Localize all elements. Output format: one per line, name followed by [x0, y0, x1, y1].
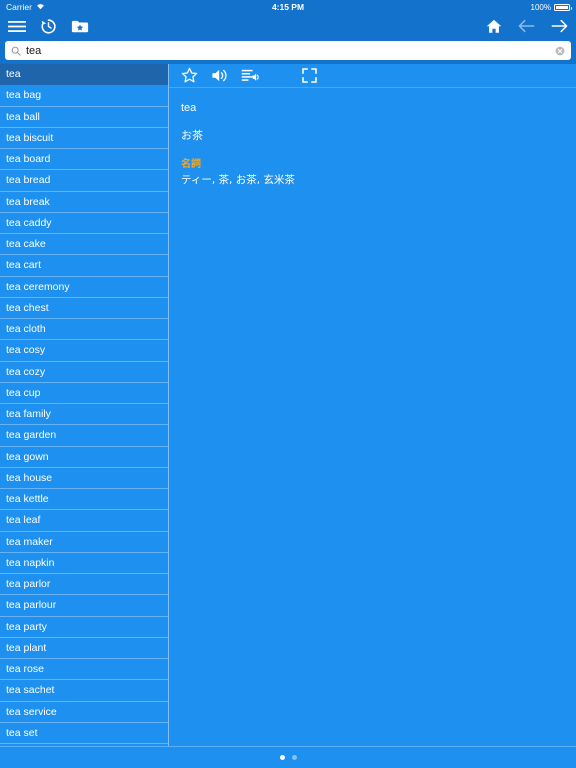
entry-headword: tea — [181, 102, 197, 114]
entry-part-of-speech: 名詞 — [181, 159, 201, 170]
search-bar[interactable] — [5, 41, 571, 60]
word-list-item[interactable]: tea cart — [0, 255, 168, 277]
word-list-item[interactable]: tea cake — [0, 234, 168, 256]
word-list-item[interactable]: tea chest — [0, 298, 168, 319]
word-list-item[interactable]: tea rose — [0, 659, 168, 681]
word-list-item[interactable]: tea cosy — [0, 340, 168, 362]
word-list-item[interactable]: tea — [0, 64, 168, 86]
page-indicator — [0, 746, 576, 768]
entry-body: tea お茶 名詞 ティー, 茶, お茶, 玄米茶 — [169, 88, 576, 188]
word-list-item[interactable]: tea service — [0, 702, 168, 723]
word-list-item[interactable]: tea napkin — [0, 553, 168, 574]
word-list-item[interactable]: tea board — [0, 149, 168, 171]
entry-translation: お茶 — [181, 129, 203, 142]
hamburger-menu-icon[interactable] — [8, 20, 26, 33]
word-list-item[interactable]: tea leaf — [0, 510, 168, 532]
word-list-item[interactable]: tea plant — [0, 638, 168, 659]
home-icon[interactable] — [486, 19, 502, 34]
search-bar-container — [0, 38, 576, 64]
fullscreen-icon[interactable] — [302, 68, 317, 83]
word-list-item[interactable]: tea bread — [0, 170, 168, 192]
nav-right-group — [486, 19, 568, 34]
search-input[interactable] — [26, 44, 550, 57]
word-list-item[interactable]: tea cozy — [0, 362, 168, 383]
word-list-item[interactable]: tea parlour — [0, 595, 168, 617]
list-speaker-icon[interactable] — [241, 68, 260, 83]
wifi-icon — [36, 2, 45, 12]
word-list-item[interactable]: tea kettle — [0, 489, 168, 511]
arrow-left-icon[interactable] — [518, 19, 535, 33]
status-right-group: 100% — [530, 2, 572, 12]
navigation-bar — [0, 14, 576, 38]
word-list-item[interactable]: tea bag — [0, 85, 168, 107]
word-list-item[interactable]: tea ceremony — [0, 277, 168, 298]
word-list-item[interactable]: tea break — [0, 192, 168, 213]
word-list-item[interactable]: tea gown — [0, 447, 168, 468]
star-outline-icon[interactable] — [181, 67, 198, 84]
battery-percent-label: 100% — [530, 2, 551, 12]
word-list-item[interactable]: tea cup — [0, 383, 168, 404]
word-list-item[interactable]: tea caddy — [0, 213, 168, 234]
word-list[interactable]: tea tea bag tea ball tea biscuit tea board te… — [0, 64, 169, 746]
word-list-item[interactable]: tea ball — [0, 107, 168, 128]
carrier-label: Carrier — [6, 2, 32, 12]
arrow-right-icon[interactable] — [551, 19, 568, 33]
word-list-item[interactable]: tea parlor — [0, 574, 168, 596]
word-list-item[interactable]: tea set — [0, 723, 168, 744]
status-left-group: Carrier — [6, 2, 45, 12]
word-list-item[interactable]: tea house — [0, 468, 168, 489]
status-time: 4:15 PM — [271, 2, 305, 12]
word-list-item[interactable]: tea biscuit — [0, 128, 168, 149]
entry-senses: ティー, 茶, お茶, 玄米茶 — [181, 174, 295, 186]
word-list-item[interactable]: tea cloth — [0, 319, 168, 341]
page-dot[interactable] — [279, 755, 285, 760]
entry-toolbar — [169, 64, 576, 88]
entry-detail-pane: tea お茶 名詞 ティー, 茶, お茶, 玄米茶 — [169, 64, 576, 746]
clear-circle-icon[interactable] — [555, 46, 565, 56]
search-icon — [11, 46, 21, 56]
folder-star-icon[interactable] — [71, 19, 89, 34]
nav-left-group — [8, 18, 89, 35]
main-content: tea tea bag tea ball tea biscuit tea board te… — [0, 64, 576, 746]
status-bar: Carrier 4:15 PM 100% — [0, 0, 576, 14]
history-clock-icon[interactable] — [40, 18, 57, 35]
battery-full-icon — [554, 3, 572, 11]
page-dot[interactable] — [291, 755, 297, 760]
word-list-item[interactable]: tea sachet — [0, 680, 168, 702]
word-list-item[interactable]: tea family — [0, 404, 168, 426]
word-list-item[interactable]: tea maker — [0, 532, 168, 553]
speaker-icon[interactable] — [211, 68, 228, 83]
word-list-item[interactable]: tea garden — [0, 425, 168, 447]
word-list-item[interactable]: tea party — [0, 617, 168, 638]
